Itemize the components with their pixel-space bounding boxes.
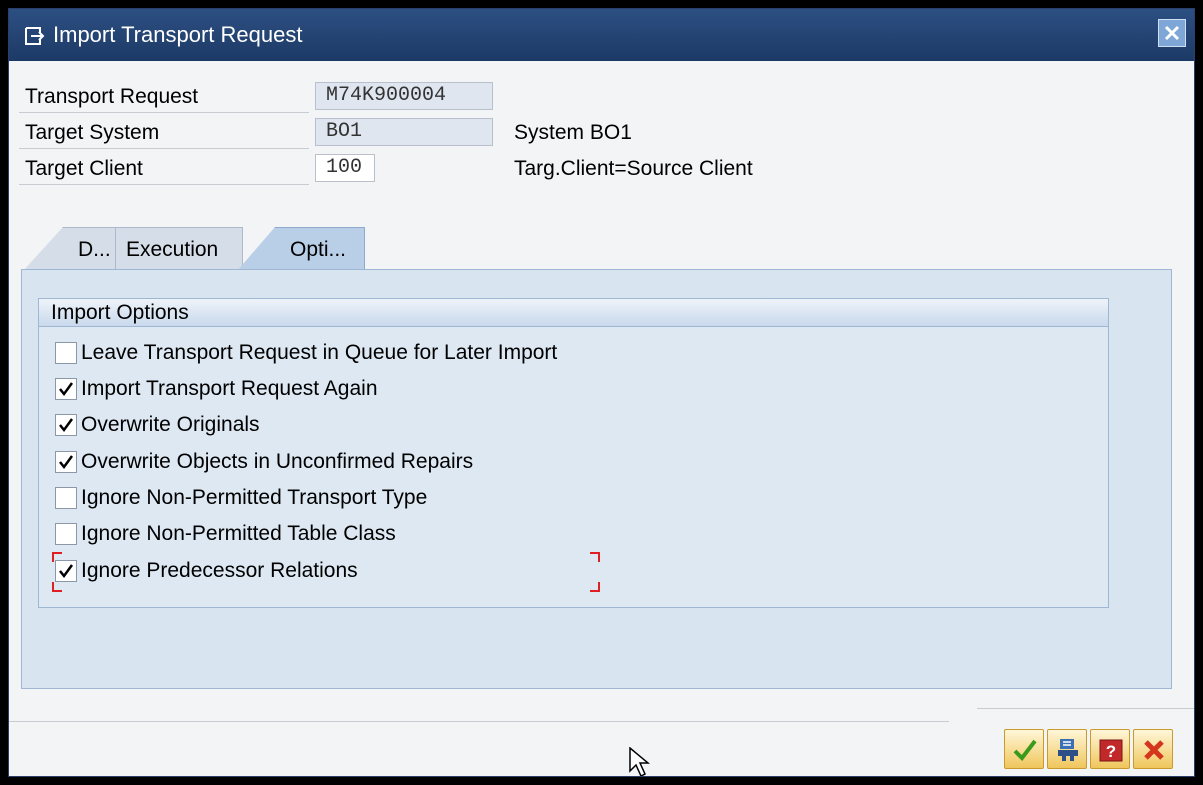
check-icon — [59, 455, 74, 470]
tab-execution[interactable]: Execution — [115, 227, 243, 271]
continue-button[interactable] — [1004, 729, 1044, 769]
option-label: Import Transport Request Again — [81, 377, 378, 400]
ignore-predecessor-checkbox[interactable] — [55, 560, 77, 582]
svg-text:?: ? — [1106, 742, 1116, 761]
tab-options[interactable]: Opti... — [237, 227, 365, 271]
target-client-description: Targ.Client=Source Client — [514, 157, 753, 180]
import-options-header: Import Options — [39, 299, 1108, 327]
check-icon — [59, 418, 74, 433]
option-label: Ignore Non-Permitted Table Class — [81, 522, 396, 545]
options-tab-panel: Import Options Leave Transport Request i… — [21, 269, 1172, 689]
help-icon: ? — [1099, 739, 1123, 762]
title-bar: Import Transport Request — [9, 9, 1194, 61]
overwrite-originals-checkbox[interactable] — [55, 414, 77, 436]
footer-divider — [9, 721, 949, 722]
focus-marker-bottom-left — [52, 582, 62, 592]
mouse-cursor-icon — [629, 747, 651, 776]
transport-icon — [1058, 739, 1078, 761]
check-icon — [59, 382, 74, 397]
close-icon — [1164, 25, 1180, 41]
target-client-field[interactable]: 100 — [315, 154, 375, 182]
option-label: Overwrite Objects in Unconfirmed Repairs — [81, 450, 474, 473]
leave-in-queue-checkbox[interactable] — [55, 342, 77, 364]
transport-button[interactable] — [1047, 729, 1087, 769]
tab-d[interactable]: D... — [23, 227, 123, 271]
import-again-checkbox[interactable] — [55, 378, 77, 400]
focus-marker-bottom-right — [590, 582, 600, 592]
ignore-table-class-checkbox[interactable] — [55, 523, 77, 545]
option-label: Ignore Predecessor Relations — [81, 559, 358, 582]
import-options-title: Import Options — [51, 301, 189, 324]
ignore-transport-type-checkbox[interactable] — [55, 487, 77, 509]
transport-request-label: Transport Request — [25, 85, 199, 108]
option-label: Leave Transport Request in Queue for Lat… — [81, 341, 558, 364]
focus-marker-top-right — [590, 552, 600, 562]
transport-request-field[interactable]: M74K900004 — [315, 82, 493, 110]
close-button[interactable] — [1158, 19, 1186, 47]
overwrite-unconfirmed-checkbox[interactable] — [55, 451, 77, 473]
dialog-title: Import Transport Request — [53, 22, 303, 47]
option-label: Ignore Non-Permitted Transport Type — [81, 486, 428, 509]
help-button[interactable]: ? — [1090, 729, 1130, 769]
option-label: Overwrite Originals — [81, 413, 260, 436]
footer-divider-right — [977, 708, 1194, 709]
target-system-field[interactable]: BO1 — [315, 118, 493, 146]
check-icon — [59, 564, 74, 579]
cancel-button[interactable] — [1133, 729, 1173, 769]
focus-marker-top-left — [52, 552, 62, 562]
import-transport-dialog: Import Transport Request Transport Reque… — [8, 8, 1195, 777]
target-client-label: Target Client — [25, 157, 143, 180]
target-system-label: Target System — [25, 121, 160, 144]
cancel-icon — [1144, 740, 1164, 760]
import-options-group: Import Options Leave Transport Request i… — [38, 298, 1109, 608]
target-system-description: System BO1 — [514, 121, 632, 144]
checkmark-icon — [1013, 739, 1037, 762]
dialog-icon — [25, 27, 45, 45]
